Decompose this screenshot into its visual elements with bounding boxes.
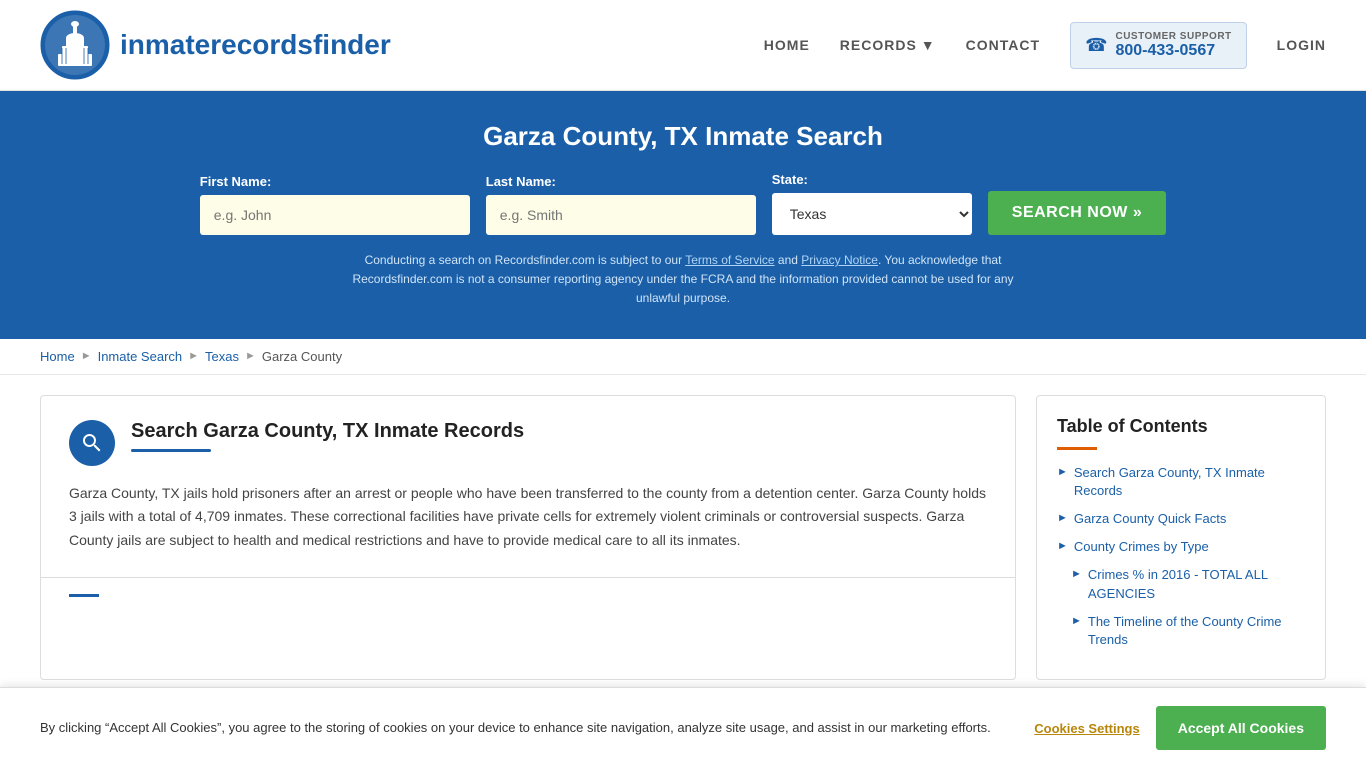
first-name-label: First Name: <box>200 174 272 189</box>
state-group: State: Texas <box>772 172 972 235</box>
toc-arrow-1: ► <box>1057 466 1068 478</box>
content-left: Search Garza County, TX Inmate Records G… <box>40 395 1016 681</box>
toc-divider <box>1057 447 1097 450</box>
second-section-partial <box>41 578 1015 617</box>
state-label: State: <box>772 172 808 187</box>
toc-arrow-4: ► <box>1071 568 1082 580</box>
cookie-settings-button[interactable]: Cookies Settings <box>1034 721 1139 736</box>
section-title: Search Garza County, TX Inmate Records <box>131 420 987 443</box>
breadcrumb-current: Garza County <box>262 349 342 364</box>
section-header: Search Garza County, TX Inmate Records <box>69 420 987 466</box>
first-name-group: First Name: <box>200 174 470 235</box>
chevron-down-icon: ▼ <box>921 37 936 53</box>
search-button[interactable]: SEARCH NOW » <box>988 191 1166 235</box>
breadcrumb-texas[interactable]: Texas <box>205 349 239 364</box>
customer-support[interactable]: ☎ CUSTOMER SUPPORT 800-433-0567 <box>1070 22 1247 69</box>
toc-item[interactable]: ► County Crimes by Type <box>1057 538 1305 556</box>
logo[interactable]: inmaterecordsfinder <box>40 10 391 80</box>
privacy-link[interactable]: Privacy Notice <box>801 253 878 267</box>
toc-title: Table of Contents <box>1057 416 1305 437</box>
hero-section: Garza County, TX Inmate Search First Nam… <box>0 91 1366 339</box>
last-name-input[interactable] <box>486 195 756 235</box>
last-name-label: Last Name: <box>486 174 556 189</box>
site-header: inmaterecordsfinder HOME RECORDS ▼ CONTA… <box>0 0 1366 91</box>
cookie-text: By clicking “Accept All Cookies”, you ag… <box>40 718 1014 738</box>
toc-link-2[interactable]: Garza County Quick Facts <box>1074 510 1226 528</box>
toc-link-5[interactable]: The Timeline of the County Crime Trends <box>1088 613 1305 649</box>
partial-underline <box>69 594 99 597</box>
accept-all-cookies-button[interactable]: Accept All Cookies <box>1156 706 1326 750</box>
state-select[interactable]: Texas <box>772 193 972 235</box>
nav-login[interactable]: LOGIN <box>1277 37 1326 53</box>
section-body: Garza County, TX jails hold prisoners af… <box>69 482 987 553</box>
search-disclaimer: Conducting a search on Recordsfinder.com… <box>333 251 1033 309</box>
toc-item-sub[interactable]: ► The Timeline of the County Crime Trend… <box>1057 613 1305 649</box>
headset-icon: ☎ <box>1085 35 1107 56</box>
cookie-banner: By clicking “Accept All Cookies”, you ag… <box>0 687 1366 768</box>
page-title: Garza County, TX Inmate Search <box>40 121 1326 152</box>
nav-records[interactable]: RECORDS ▼ <box>840 37 936 53</box>
breadcrumb-home[interactable]: Home <box>40 349 75 364</box>
section-title-underline <box>131 449 211 452</box>
search-records-section: Search Garza County, TX Inmate Records G… <box>41 396 1015 578</box>
toc-link-3[interactable]: County Crimes by Type <box>1074 538 1209 556</box>
breadcrumb-sep-3: ► <box>245 350 256 362</box>
breadcrumb-inmate-search[interactable]: Inmate Search <box>98 349 183 364</box>
toc-link-4[interactable]: Crimes % in 2016 - TOTAL ALL AGENCIES <box>1088 566 1305 602</box>
section-title-wrap: Search Garza County, TX Inmate Records <box>131 420 987 452</box>
first-name-input[interactable] <box>200 195 470 235</box>
nav-home[interactable]: HOME <box>764 37 810 53</box>
toc-item[interactable]: ► Garza County Quick Facts <box>1057 510 1305 528</box>
toc-arrow-3: ► <box>1057 540 1068 552</box>
logo-text: inmaterecordsfinder <box>120 29 391 61</box>
breadcrumb-sep-1: ► <box>81 350 92 362</box>
cookie-actions: Cookies Settings Accept All Cookies <box>1034 706 1326 750</box>
toc-arrow-5: ► <box>1071 615 1082 627</box>
toc-item-sub[interactable]: ► Crimes % in 2016 - TOTAL ALL AGENCIES <box>1057 566 1305 602</box>
toc-item[interactable]: ► Search Garza County, TX Inmate Records <box>1057 464 1305 500</box>
table-of-contents: Table of Contents ► Search Garza County,… <box>1036 395 1326 681</box>
breadcrumb-sep-2: ► <box>188 350 199 362</box>
terms-link[interactable]: Terms of Service <box>685 253 774 267</box>
last-name-group: Last Name: <box>486 174 756 235</box>
toc-link-1[interactable]: Search Garza County, TX Inmate Records <box>1074 464 1305 500</box>
search-icon-circle <box>69 420 115 466</box>
nav-contact[interactable]: CONTACT <box>966 37 1040 53</box>
breadcrumb: Home ► Inmate Search ► Texas ► Garza Cou… <box>0 339 1366 375</box>
main-content: Search Garza County, TX Inmate Records G… <box>0 375 1366 701</box>
search-icon <box>80 431 104 455</box>
main-nav: HOME RECORDS ▼ CONTACT ☎ CUSTOMER SUPPOR… <box>764 22 1326 69</box>
toc-arrow-2: ► <box>1057 512 1068 524</box>
logo-icon <box>40 10 110 80</box>
search-form: First Name: Last Name: State: Texas SEAR… <box>40 172 1326 235</box>
